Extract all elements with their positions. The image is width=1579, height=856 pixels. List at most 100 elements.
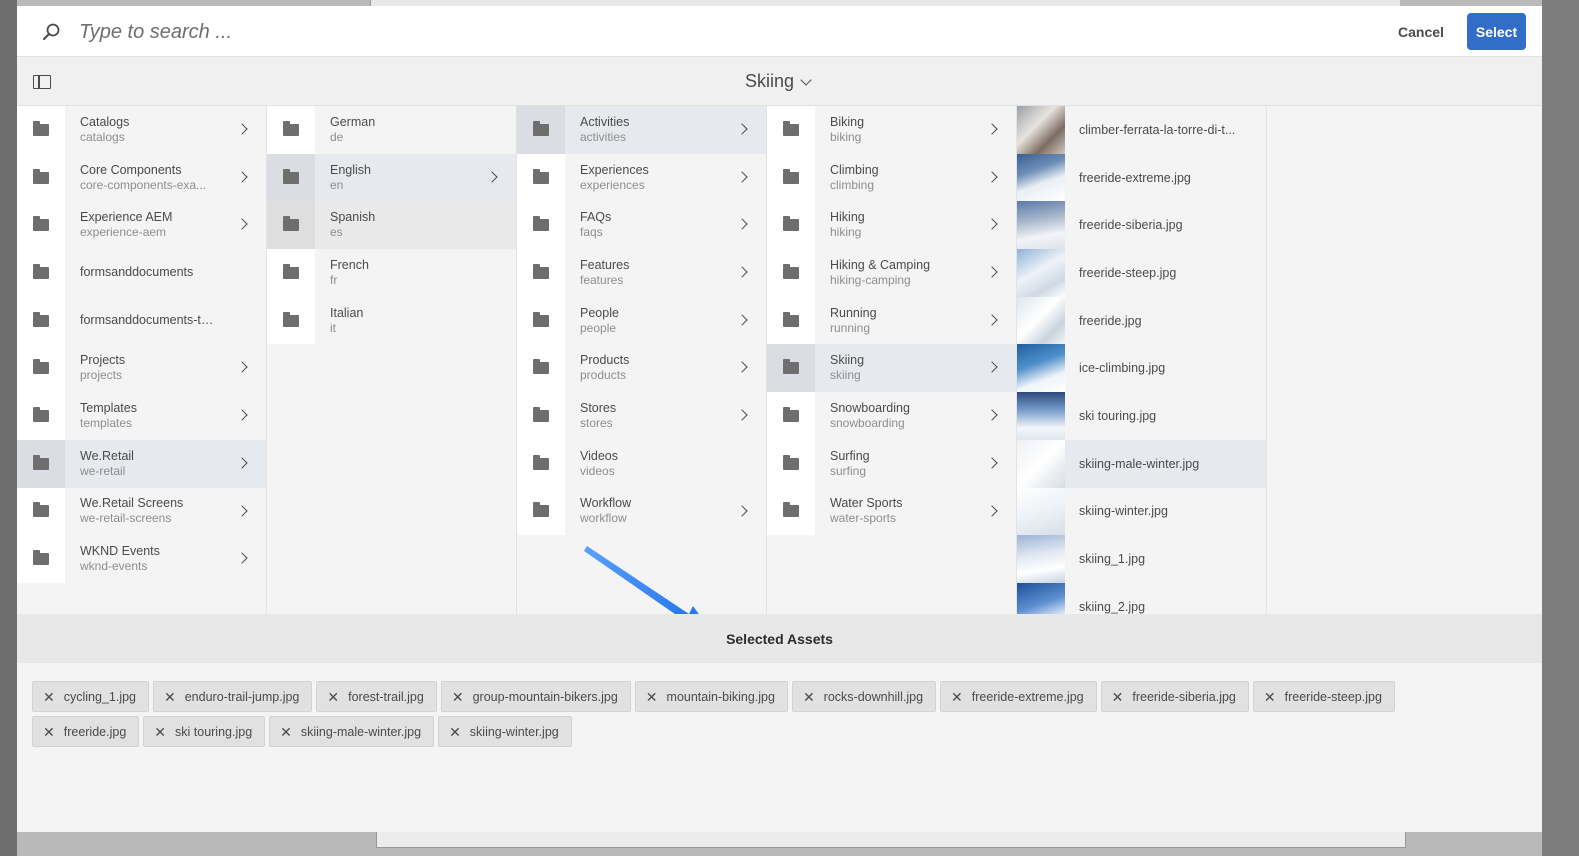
folder-row[interactable]: Workflow workflow: [517, 487, 766, 536]
asset-row[interactable]: skiing_2.jpg: [1017, 582, 1266, 614]
folder-row[interactable]: Skiing skiing: [767, 344, 1016, 393]
folder-name: Workflow: [580, 496, 632, 511]
chevron-right-icon[interactable]: [736, 314, 748, 326]
folder-row[interactable]: Videos videos: [517, 439, 766, 488]
chevron-right-icon[interactable]: [736, 266, 748, 278]
chevron-right-icon[interactable]: [986, 504, 998, 517]
folder-row[interactable]: Activities activities: [517, 106, 766, 154]
folder-row[interactable]: Features features: [517, 249, 766, 297]
cancel-button[interactable]: Cancel: [1383, 14, 1459, 50]
folder-row[interactable]: Climbing climbing: [767, 153, 1016, 202]
chevron-right-icon[interactable]: [986, 123, 998, 135]
chevron-right-icon[interactable]: [986, 218, 998, 231]
chevron-right-icon[interactable]: [236, 504, 248, 517]
asset-row[interactable]: skiing-winter.jpg: [1017, 487, 1266, 536]
folder-row[interactable]: Hiking hiking: [767, 201, 1016, 250]
chevron-right-icon[interactable]: [986, 409, 998, 421]
remove-chip-icon[interactable]: ✕: [951, 690, 963, 704]
folder-row[interactable]: French fr: [267, 249, 516, 297]
remove-chip-icon[interactable]: ✕: [1264, 690, 1276, 704]
chevron-right-icon[interactable]: [236, 409, 248, 421]
remove-chip-icon[interactable]: ✕: [646, 690, 658, 704]
asset-row[interactable]: skiing_1.jpg: [1017, 535, 1266, 583]
folder-row[interactable]: German de: [267, 106, 516, 154]
remove-chip-icon[interactable]: ✕: [154, 725, 166, 739]
asset-row[interactable]: freeride-siberia.jpg: [1017, 201, 1266, 250]
remove-chip-icon[interactable]: ✕: [1112, 690, 1124, 704]
chevron-right-icon[interactable]: [236, 361, 248, 374]
chevron-right-icon[interactable]: [736, 409, 748, 421]
chevron-right-icon[interactable]: [986, 457, 998, 469]
remove-chip-icon[interactable]: ✕: [280, 725, 292, 739]
chevron-right-icon[interactable]: [236, 552, 248, 564]
chevron-right-icon[interactable]: [986, 314, 998, 326]
remove-chip-icon[interactable]: ✕: [452, 690, 464, 704]
asset-row[interactable]: freeride.jpg: [1017, 296, 1266, 345]
folder-row[interactable]: We.Retail Screens we-retail-screens: [17, 487, 266, 536]
folder-text: Catalogs catalogs: [80, 115, 220, 145]
chevron-right-icon[interactable]: [736, 218, 748, 231]
asset-row[interactable]: freeride-steep.jpg: [1017, 249, 1266, 297]
folder-row[interactable]: Products products: [517, 344, 766, 393]
asset-row[interactable]: ice-climbing.jpg: [1017, 344, 1266, 393]
chevron-right-icon[interactable]: [986, 361, 998, 374]
folder-thumb: [17, 201, 65, 250]
folder-row[interactable]: WKND Events wknd-events: [17, 535, 266, 583]
chevron-right-icon[interactable]: [736, 361, 748, 374]
chevron-right-icon[interactable]: [236, 171, 248, 183]
folder-row[interactable]: Experiences experiences: [517, 153, 766, 202]
breadcrumb-dropdown[interactable]: Skiing: [745, 71, 812, 92]
chevron-right-icon[interactable]: [986, 171, 998, 183]
folder-name: Running: [830, 305, 877, 320]
asset-row[interactable]: freeride-extreme.jpg: [1017, 153, 1266, 202]
folder-row[interactable]: formsanddocuments: [17, 249, 266, 297]
chevron-right-icon[interactable]: [236, 457, 248, 469]
remove-chip-icon[interactable]: ✕: [43, 690, 55, 704]
asset-row[interactable]: ski touring.jpg: [1017, 392, 1266, 440]
asset-row[interactable]: skiing-male-winter.jpg: [1017, 439, 1266, 488]
remove-chip-icon[interactable]: ✕: [449, 725, 461, 739]
folder-path: features: [580, 272, 624, 287]
folder-row[interactable]: We.Retail we-retail: [17, 439, 266, 488]
folder-row[interactable]: People people: [517, 296, 766, 345]
asset-thumbnail: [1017, 344, 1065, 393]
chevron-right-icon[interactable]: [486, 171, 498, 183]
folder-row[interactable]: Core Components core-components-exa...: [17, 153, 266, 202]
asset-thumbnail: [1017, 153, 1065, 202]
folder-row[interactable]: Projects projects: [17, 344, 266, 393]
folder-row[interactable]: Experience AEM experience-aem: [17, 201, 266, 250]
folder-row[interactable]: Running running: [767, 296, 1016, 345]
folder-row[interactable]: formsanddocuments-themes: [17, 296, 266, 345]
folder-row[interactable]: Hiking & Camping hiking-camping: [767, 249, 1016, 297]
folder-row[interactable]: Stores stores: [517, 392, 766, 440]
asset-row[interactable]: climber-ferrata-la-torre-di-t...: [1017, 106, 1266, 154]
chevron-right-icon[interactable]: [986, 266, 998, 278]
chevron-right-icon[interactable]: [736, 504, 748, 517]
remove-chip-icon[interactable]: ✕: [43, 725, 55, 739]
search-input[interactable]: [79, 16, 979, 48]
folder-row[interactable]: Templates templates: [17, 392, 266, 440]
chevron-right-icon[interactable]: [236, 218, 248, 231]
folder-icon: [283, 311, 299, 327]
folder-row[interactable]: Catalogs catalogs: [17, 106, 266, 154]
folder-row[interactable]: Spanish es: [267, 201, 516, 250]
folder-text: Climbing climbing: [830, 163, 970, 193]
folder-row[interactable]: Surfing surfing: [767, 439, 1016, 488]
folder-thumb: [267, 153, 315, 202]
folder-row[interactable]: Italian it: [267, 296, 516, 345]
folder-row[interactable]: English en: [267, 153, 516, 202]
chevron-right-icon[interactable]: [736, 123, 748, 135]
chevron-right-icon[interactable]: [736, 171, 748, 183]
rail-toggle-icon[interactable]: [33, 75, 51, 89]
folder-name: Stores: [580, 400, 617, 415]
select-button[interactable]: Select: [1467, 13, 1526, 50]
remove-chip-icon[interactable]: ✕: [803, 690, 815, 704]
folder-row[interactable]: Snowboarding snowboarding: [767, 392, 1016, 440]
folder-row[interactable]: Water Sports water-sports: [767, 487, 1016, 536]
folder-thumb: [517, 487, 565, 536]
folder-row[interactable]: FAQs faqs: [517, 201, 766, 250]
remove-chip-icon[interactable]: ✕: [327, 690, 339, 704]
chevron-right-icon[interactable]: [236, 123, 248, 135]
folder-row[interactable]: Biking biking: [767, 106, 1016, 154]
remove-chip-icon[interactable]: ✕: [164, 690, 176, 704]
